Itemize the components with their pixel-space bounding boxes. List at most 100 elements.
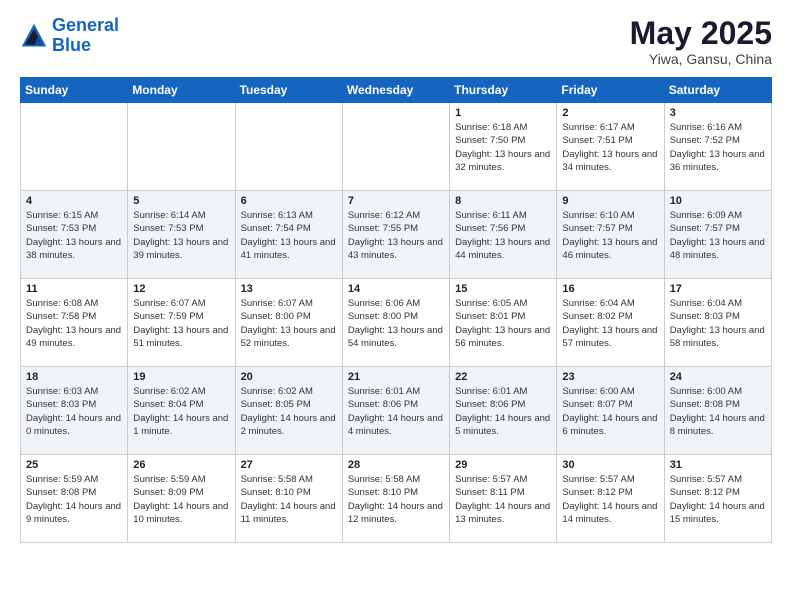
day-number: 11 — [26, 283, 122, 295]
day-number: 7 — [348, 195, 444, 207]
calendar-day-header: Monday — [128, 78, 235, 103]
calendar-day-cell: 22Sunrise: 6:01 AM Sunset: 8:06 PM Dayli… — [450, 367, 557, 455]
day-number: 13 — [241, 283, 337, 295]
calendar-day-cell: 15Sunrise: 6:05 AM Sunset: 8:01 PM Dayli… — [450, 279, 557, 367]
day-info: Sunrise: 5:57 AM Sunset: 8:11 PM Dayligh… — [455, 473, 551, 526]
day-info: Sunrise: 5:57 AM Sunset: 8:12 PM Dayligh… — [562, 473, 658, 526]
page: General Blue May 2025 Yiwa, Gansu, China… — [0, 0, 792, 612]
day-info: Sunrise: 6:03 AM Sunset: 8:03 PM Dayligh… — [26, 385, 122, 438]
calendar-day-cell: 31 Sunrise: 5:57 AM Sunset: 8:12 PM Dayli… — [664, 455, 771, 543]
header: General Blue May 2025 Yiwa, Gansu, China — [20, 16, 772, 67]
day-number: 28 — [348, 459, 444, 471]
day-info: Sunrise: 5:58 AM Sunset: 8:10 PM Dayligh… — [241, 473, 337, 526]
main-title: May 2025 — [630, 16, 772, 51]
logo: General Blue — [20, 16, 119, 56]
calendar-week-row: 25 Sunrise: 5:59 AM Sunset: 8:08 PM Dayli… — [21, 455, 772, 543]
day-info: Sunrise: 5:59 AM Sunset: 8:09 PM Dayligh… — [133, 473, 229, 526]
calendar-day-cell: 10Sunrise: 6:09 AM Sunset: 7:57 PM Dayli… — [664, 191, 771, 279]
day-number: 30 — [562, 459, 658, 471]
day-info: Sunrise: 6:12 AM Sunset: 7:55 PM Dayligh… — [348, 209, 444, 262]
day-number: 6 — [241, 195, 337, 207]
calendar-day-cell: 7 Sunrise: 6:12 AM Sunset: 7:55 PM Daylig… — [342, 191, 449, 279]
calendar-day-cell — [128, 103, 235, 191]
day-info: Sunrise: 5:59 AM Sunset: 8:08 PM Dayligh… — [26, 473, 122, 526]
day-number: 26 — [133, 459, 229, 471]
logo-text: General Blue — [52, 16, 119, 56]
day-number: 3 — [670, 107, 766, 119]
day-number: 4 — [26, 195, 122, 207]
day-number: 25 — [26, 459, 122, 471]
day-number: 27 — [241, 459, 337, 471]
day-number: 1 — [455, 107, 551, 119]
calendar-day-cell: 17Sunrise: 6:04 AM Sunset: 8:03 PM Dayli… — [664, 279, 771, 367]
day-number: 9 — [562, 195, 658, 207]
day-info: Sunrise: 6:00 AM Sunset: 8:07 PM Dayligh… — [562, 385, 658, 438]
calendar-day-header: Saturday — [664, 78, 771, 103]
day-number: 21 — [348, 371, 444, 383]
day-info: Sunrise: 6:07 AM Sunset: 7:59 PM Dayligh… — [133, 297, 229, 350]
day-info: Sunrise: 6:02 AM Sunset: 8:05 PM Dayligh… — [241, 385, 337, 438]
day-info: Sunrise: 6:14 AM Sunset: 7:53 PM Dayligh… — [133, 209, 229, 262]
calendar-day-cell: 30 Sunrise: 5:57 AM Sunset: 8:12 PM Dayli… — [557, 455, 664, 543]
day-number: 2 — [562, 107, 658, 119]
day-info: Sunrise: 6:01 AM Sunset: 8:06 PM Dayligh… — [348, 385, 444, 438]
calendar-day-header: Friday — [557, 78, 664, 103]
calendar-day-cell — [235, 103, 342, 191]
day-info: Sunrise: 6:04 AM Sunset: 8:02 PM Dayligh… — [562, 297, 658, 350]
day-info: Sunrise: 6:11 AM Sunset: 7:56 PM Dayligh… — [455, 209, 551, 262]
logo-icon — [20, 22, 48, 50]
calendar-week-row: 4Sunrise: 6:15 AM Sunset: 7:53 PM Daylig… — [21, 191, 772, 279]
calendar-day-cell: 4Sunrise: 6:15 AM Sunset: 7:53 PM Daylig… — [21, 191, 128, 279]
day-number: 23 — [562, 371, 658, 383]
calendar-day-cell: 1 Sunrise: 6:18 AM Sunset: 7:50 PM Daylig… — [450, 103, 557, 191]
day-info: Sunrise: 6:05 AM Sunset: 8:01 PM Dayligh… — [455, 297, 551, 350]
calendar-day-cell: 27 Sunrise: 5:58 AM Sunset: 8:10 PM Dayli… — [235, 455, 342, 543]
calendar-week-row: 11 Sunrise: 6:08 AM Sunset: 7:58 PM Dayli… — [21, 279, 772, 367]
day-info: Sunrise: 6:10 AM Sunset: 7:57 PM Dayligh… — [562, 209, 658, 262]
day-number: 24 — [670, 371, 766, 383]
calendar-day-cell: 28Sunrise: 5:58 AM Sunset: 8:10 PM Dayli… — [342, 455, 449, 543]
calendar-day-cell: 20Sunrise: 6:02 AM Sunset: 8:05 PM Dayli… — [235, 367, 342, 455]
day-number: 10 — [670, 195, 766, 207]
day-number: 8 — [455, 195, 551, 207]
calendar-day-cell: 3Sunrise: 6:16 AM Sunset: 7:52 PM Daylig… — [664, 103, 771, 191]
day-info: Sunrise: 6:08 AM Sunset: 7:58 PM Dayligh… — [26, 297, 122, 350]
day-number: 18 — [26, 371, 122, 383]
day-info: Sunrise: 6:06 AM Sunset: 8:00 PM Dayligh… — [348, 297, 444, 350]
day-info: Sunrise: 6:17 AM Sunset: 7:51 PM Dayligh… — [562, 121, 658, 174]
calendar-day-cell: 29 Sunrise: 5:57 AM Sunset: 8:11 PM Dayli… — [450, 455, 557, 543]
subtitle: Yiwa, Gansu, China — [630, 51, 772, 67]
day-info: Sunrise: 6:04 AM Sunset: 8:03 PM Dayligh… — [670, 297, 766, 350]
day-info: Sunrise: 6:13 AM Sunset: 7:54 PM Dayligh… — [241, 209, 337, 262]
calendar-day-cell — [21, 103, 128, 191]
calendar-day-cell: 26 Sunrise: 5:59 AM Sunset: 8:09 PM Dayli… — [128, 455, 235, 543]
calendar-day-cell: 14Sunrise: 6:06 AM Sunset: 8:00 PM Dayli… — [342, 279, 449, 367]
calendar-header-row: SundayMondayTuesdayWednesdayThursdayFrid… — [21, 78, 772, 103]
calendar-day-cell: 2 Sunrise: 6:17 AM Sunset: 7:51 PM Daylig… — [557, 103, 664, 191]
calendar-day-cell: 8 Sunrise: 6:11 AM Sunset: 7:56 PM Daylig… — [450, 191, 557, 279]
calendar-day-cell: 9 Sunrise: 6:10 AM Sunset: 7:57 PM Daylig… — [557, 191, 664, 279]
calendar-day-cell: 24Sunrise: 6:00 AM Sunset: 8:08 PM Dayli… — [664, 367, 771, 455]
day-number: 16 — [562, 283, 658, 295]
day-info: Sunrise: 6:07 AM Sunset: 8:00 PM Dayligh… — [241, 297, 337, 350]
calendar-day-cell: 19Sunrise: 6:02 AM Sunset: 8:04 PM Dayli… — [128, 367, 235, 455]
day-info: Sunrise: 6:01 AM Sunset: 8:06 PM Dayligh… — [455, 385, 551, 438]
calendar-day-header: Thursday — [450, 78, 557, 103]
calendar-day-cell — [342, 103, 449, 191]
calendar-day-cell: 6 Sunrise: 6:13 AM Sunset: 7:54 PM Daylig… — [235, 191, 342, 279]
calendar-day-cell: 11 Sunrise: 6:08 AM Sunset: 7:58 PM Dayli… — [21, 279, 128, 367]
day-number: 29 — [455, 459, 551, 471]
calendar-day-cell: 12Sunrise: 6:07 AM Sunset: 7:59 PM Dayli… — [128, 279, 235, 367]
day-number: 5 — [133, 195, 229, 207]
calendar-week-row: 18 Sunrise: 6:03 AM Sunset: 8:03 PM Dayli… — [21, 367, 772, 455]
calendar-day-header: Wednesday — [342, 78, 449, 103]
calendar-day-cell: 21 Sunrise: 6:01 AM Sunset: 8:06 PM Dayli… — [342, 367, 449, 455]
calendar-day-header: Sunday — [21, 78, 128, 103]
day-number: 31 — [670, 459, 766, 471]
calendar-day-cell: 18 Sunrise: 6:03 AM Sunset: 8:03 PM Dayli… — [21, 367, 128, 455]
calendar-day-cell: 23 Sunrise: 6:00 AM Sunset: 8:07 PM Dayli… — [557, 367, 664, 455]
calendar-day-cell: 5 Sunrise: 6:14 AM Sunset: 7:53 PM Daylig… — [128, 191, 235, 279]
day-info: Sunrise: 6:18 AM Sunset: 7:50 PM Dayligh… — [455, 121, 551, 174]
calendar-week-row: 1 Sunrise: 6:18 AM Sunset: 7:50 PM Daylig… — [21, 103, 772, 191]
day-info: Sunrise: 5:57 AM Sunset: 8:12 PM Dayligh… — [670, 473, 766, 526]
